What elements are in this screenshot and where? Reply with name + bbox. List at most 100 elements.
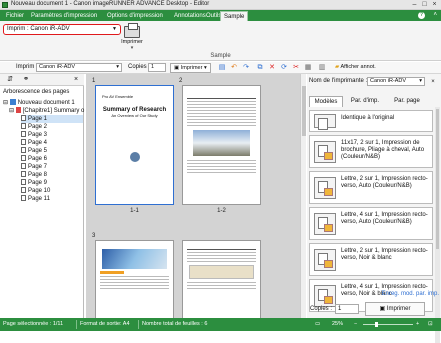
title-bar: Nouveau document 1 - Canon imageRUNNER A… [0,0,441,10]
rp-print-button[interactable]: ▣ Imprimer [365,302,425,316]
zoom-out-icon[interactable]: − [354,321,357,327]
chevron-down-icon: ▼ [112,26,117,32]
panel-close-icon[interactable]: × [429,78,437,86]
status-bar: Page sélectionnée : 1/11 Format de sorti… [0,318,441,331]
tab-print-settings[interactable]: Paramètres d'impression [28,11,100,21]
page-thumbnail[interactable] [95,240,174,318]
status-selected-page: Page sélectionnée : 1/11 [3,321,64,327]
tree-page-item[interactable]: Page 8 [21,171,83,179]
page-icon [21,139,26,145]
tree-toolbar: ⇵ ⚭ × [0,74,84,86]
rp-printer-select[interactable]: Canon iR-ADV ▾ [367,77,425,86]
toolbar-copies-input[interactable]: 1 [148,63,166,72]
fit-page-icon[interactable]: ⊡ [428,321,433,327]
settings-template-item[interactable]: Lettre, 2 sur 1, Impression recto-verso,… [309,243,433,276]
settings-template-label: Lettre, 4 sur 1, Impression recto-verso,… [341,212,428,225]
page-view: 1 Pro AV Ensemble Summary of Research An… [86,74,300,318]
panel-close-icon[interactable]: × [72,76,80,84]
insert-icon[interactable]: ▦ [304,64,312,72]
page-thumbnail[interactable] [182,240,261,318]
tree-page-item[interactable]: Page 7 [21,163,83,171]
tree-document-label: Nouveau document 1 [17,100,75,106]
page1-subtitle: An Overview of Our Study [111,113,158,118]
zoom-slider-knob[interactable] [374,322,378,327]
page-view-scrollbar[interactable] [300,74,306,318]
tab-sample[interactable]: Sample [220,11,249,21]
template-thumbnail-icon [314,285,336,307]
printer-select[interactable]: Imprim : Canon iR-ADV ▼ [3,24,121,35]
tree-page-item[interactable]: Page 6 [21,155,83,163]
page-icon [21,163,26,169]
maximize-button[interactable]: □ [420,1,429,9]
view-mode-icon[interactable]: ▭ [315,321,320,327]
tab-page-params[interactable]: Par. page [387,96,427,107]
collapse-icon: ⊟ [3,100,10,106]
expand-icon[interactable]: ⇵ [6,76,14,84]
settings-template-item[interactable]: Lettre, 4 sur 1, Impression recto-verso,… [309,207,433,240]
tree-page-item[interactable]: Page 4 [21,139,83,147]
settings-template-label: Lettre, 2 sur 1, Impression recto-verso,… [341,248,428,261]
help-icon[interactable]: ? [418,12,425,19]
tree-page-item[interactable]: Page 2 [21,123,83,131]
collapse-icon: ⊟ [9,108,16,114]
ribbon-print-button[interactable]: Imprimer ▾ [119,23,145,51]
redo-icon[interactable]: ↷ [242,64,250,72]
cut-icon[interactable]: ✂ [292,64,300,72]
minimize-button[interactable]: – [410,1,419,9]
tree-document[interactable]: ⊟ Nouveau document 1 [3,99,83,107]
page-icon [21,155,26,161]
tree-page-item[interactable]: Page 9 [21,179,83,187]
tree-chapter[interactable]: ⊟ [Chapitre1] Summary o [3,107,84,115]
page-icon [21,123,26,129]
zoom-slider[interactable] [363,322,413,327]
ribbon-group-label: Sample [210,53,231,59]
tree-page-item[interactable]: Page 3 [21,131,83,139]
rp-copies-input[interactable]: 1 [335,304,359,314]
tab-print-params[interactable]: Par. d'imp. [345,96,385,107]
page-tree-panel: ⇵ ⚭ × Arborescence des pages ⊟ Nouveau d… [0,74,84,318]
link-icon[interactable]: ⚭ [22,76,30,84]
ribbon-collapse-icon[interactable]: ˄ [433,12,437,18]
printer-icon: ▣ [174,65,181,71]
grid-icon[interactable]: ▥ [318,64,326,72]
settings-template-item[interactable]: Lettre, 2 sur 1, Impression recto-verso,… [309,171,433,204]
page-icon [21,195,26,201]
toolbar-printer-select[interactable]: Canon iR-ADV ▾ [36,63,122,72]
undo-icon[interactable]: ↶ [230,64,238,72]
tab-models[interactable]: Modèles [309,96,343,107]
rotate-icon[interactable]: ⟳ [280,64,288,72]
document-icon [9,99,16,105]
save-settings-link[interactable]: Enreg. mod. par. imp. [382,291,439,297]
sheet-number: 1 [92,78,96,84]
tab-fichier[interactable]: Fichier [3,11,27,21]
settings-template-label: Identique à l'original [341,115,395,121]
delete-icon[interactable]: ✕ [268,64,276,72]
settings-template-item[interactable]: 11x17, 2 sur 1, Impression de brochure, … [309,135,433,168]
scrollbar-thumb[interactable] [436,109,439,249]
tree-page-item[interactable]: Page 10 [21,187,83,195]
show-annotations-button[interactable]: ▰ Afficher annot. [332,63,379,73]
toolbar-print-button[interactable]: ▣ Imprimer ▾ [170,63,211,73]
status-output-format: Format de sortie: A4 [80,321,130,327]
page-thumbnail[interactable]: Pro AV Ensemble Summary of Research An O… [95,85,174,205]
chevron-down-icon: ▾ [419,78,422,84]
toolbar-copies-label: Copies : [128,64,151,70]
tab-print-options[interactable]: Options d'impression [104,11,166,21]
tree-page-item[interactable]: Page 1 [21,115,83,123]
status-total-sheets: Nombre total de feuilles : 6 [142,321,208,327]
tree-page-item[interactable]: Page 5 [21,147,83,155]
scrollbar-thumb[interactable] [302,86,306,136]
toolbar-print-label: Imprimer [180,65,203,71]
rp-printer-value: Canon iR-ADV [370,78,407,84]
toolbar-printer-value: Canon iR-ADV [39,64,76,70]
map-image [102,249,167,269]
page-thumbnail[interactable] [182,85,261,205]
settings-template-item[interactable]: Identique à l'original [309,110,433,132]
copy-icon[interactable]: ⧉ [256,64,264,72]
close-button[interactable]: × [430,1,439,9]
zoom-in-icon[interactable]: + [416,321,419,327]
save-icon[interactable]: ▤ [218,64,226,72]
settings-scrollbar[interactable] [435,107,440,343]
tree-page-item[interactable]: Page 11 [21,195,83,203]
printer-icon [124,23,140,38]
